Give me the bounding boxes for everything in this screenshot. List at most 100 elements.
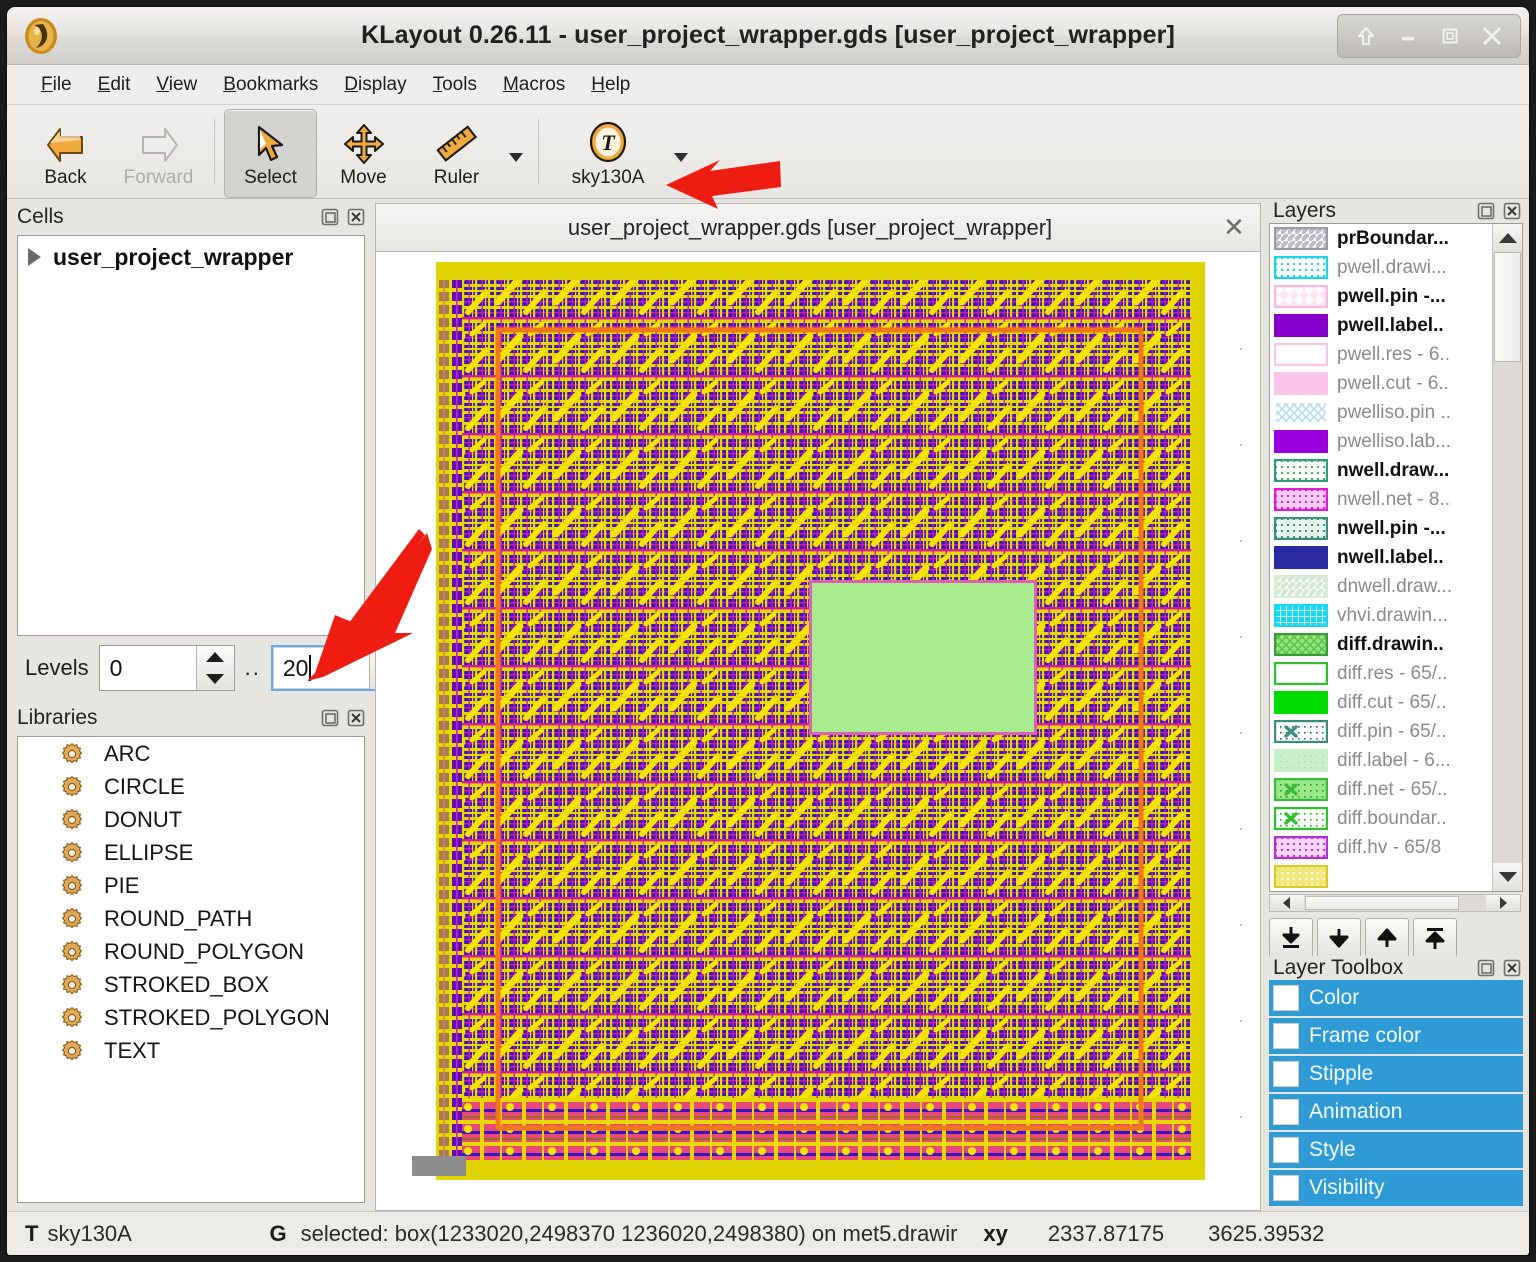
cells-tree-item[interactable]: user_project_wrapper [18, 236, 364, 278]
layer-toolbox-item[interactable]: Visibility [1269, 1170, 1523, 1206]
layer-toolbox-item[interactable]: Style [1269, 1132, 1523, 1168]
layer-toolbox-item[interactable]: Frame color [1269, 1018, 1523, 1054]
scroll-right-button[interactable] [1486, 895, 1520, 911]
layer-list-item[interactable]: diff.pin - 65/.. [1270, 717, 1492, 746]
layer-color-swatch[interactable] [1273, 458, 1329, 483]
triangle-right-icon[interactable] [28, 248, 41, 266]
layer-list-item[interactable]: diff.boundar.. [1270, 804, 1492, 833]
layer-list-item[interactable]: prBoundar... [1270, 224, 1492, 253]
library-list-item[interactable]: STROKED_BOX [18, 968, 364, 1001]
layers-scroll-thumb[interactable] [1494, 252, 1521, 362]
library-list-item[interactable]: PIE [18, 869, 364, 902]
library-list-item[interactable]: STROKED_POLYGON [18, 1001, 364, 1034]
toolbar-technology-dropdown[interactable] [668, 109, 694, 198]
layer-list-item[interactable]: nwell.draw... [1270, 456, 1492, 485]
layer-color-swatch[interactable] [1273, 516, 1329, 541]
libraries-close-icon[interactable] [345, 707, 367, 729]
layers-list[interactable]: prBoundar... pwell.drawi... pwell.pin -.… [1270, 224, 1492, 891]
layer-toolbox-checkbox[interactable] [1273, 1137, 1299, 1163]
library-list-item[interactable]: CIRCLE [18, 770, 364, 803]
libraries-undock-icon[interactable] [319, 707, 341, 729]
layer-list-item[interactable]: pwell.label.. [1270, 311, 1492, 340]
layout-tab-close-icon[interactable]: ✕ [1208, 212, 1260, 243]
toolbar-move-button[interactable]: Move [317, 109, 410, 198]
layer-color-swatch[interactable] [1273, 313, 1329, 338]
layers-close-icon[interactable] [1501, 200, 1523, 222]
layer-toolbox-item[interactable]: Stipple [1269, 1056, 1523, 1092]
layout-tab-header[interactable]: user_project_wrapper.gds [user_project_w… [375, 203, 1261, 251]
layer-color-swatch[interactable] [1273, 632, 1329, 657]
layers-vertical-scrollbar[interactable] [1492, 224, 1522, 891]
layer-toolbox-item[interactable]: Animation [1269, 1094, 1523, 1130]
layer-list-item[interactable] [1270, 862, 1492, 891]
library-list-item[interactable]: ARC [18, 737, 364, 770]
menu-edit[interactable]: Edit [86, 70, 143, 100]
layer-list-item[interactable]: pwell.cut - 6.. [1270, 369, 1492, 398]
layer-color-swatch[interactable] [1273, 255, 1329, 280]
layer-color-swatch[interactable] [1273, 690, 1329, 715]
cells-tree[interactable]: user_project_wrapper [17, 235, 365, 636]
cells-undock-icon[interactable] [319, 206, 341, 228]
levels-min-stepper[interactable] [195, 646, 234, 690]
menu-view[interactable]: View [144, 70, 209, 100]
layer-color-swatch[interactable] [1273, 835, 1329, 860]
layer-toolbox-checkbox[interactable] [1273, 1061, 1299, 1087]
menu-tools[interactable]: Tools [421, 70, 489, 100]
layer-toolbox-checkbox[interactable] [1273, 985, 1299, 1011]
library-list-item[interactable]: ELLIPSE [18, 836, 364, 869]
layer-list-item[interactable]: pwell.res - 6.. [1270, 340, 1492, 369]
cells-close-icon[interactable] [345, 206, 367, 228]
shade-button[interactable] [1346, 19, 1386, 53]
layer-color-swatch[interactable] [1273, 487, 1329, 512]
layer-color-swatch[interactable] [1273, 603, 1329, 628]
layers-list-panel[interactable]: prBoundar... pwell.drawi... pwell.pin -.… [1269, 223, 1523, 892]
levels-min-up-button[interactable] [197, 646, 234, 668]
close-button[interactable] [1472, 19, 1512, 53]
layer-color-swatch[interactable] [1273, 342, 1329, 367]
layer-color-swatch[interactable] [1273, 429, 1329, 454]
layer-color-swatch[interactable] [1273, 226, 1329, 251]
layout-canvas[interactable] [375, 251, 1261, 1211]
toolbar-ruler-button[interactable]: Ruler [410, 109, 503, 198]
layer-list-item[interactable]: pwelliso.pin .. [1270, 398, 1492, 427]
layer-color-swatch[interactable] [1273, 371, 1329, 396]
layer-color-swatch[interactable] [1273, 574, 1329, 599]
layer-color-swatch[interactable] [1273, 400, 1329, 425]
layer-list-item[interactable]: nwell.label.. [1270, 543, 1492, 572]
library-list-item[interactable]: DONUT [18, 803, 364, 836]
toolbar-technology-button[interactable]: T sky130A [548, 109, 668, 198]
layer-toolbox-checkbox[interactable] [1273, 1023, 1299, 1049]
layer-color-swatch[interactable] [1273, 864, 1329, 889]
layers-horizontal-scrollbar[interactable] [1269, 894, 1521, 912]
toolbar-ruler-dropdown[interactable] [503, 109, 529, 198]
scroll-up-button[interactable] [1493, 224, 1522, 252]
layers-hscroll-thumb[interactable] [1305, 896, 1459, 910]
levels-min-spinbox[interactable]: 0 [98, 645, 235, 691]
layer-toolbox-undock-icon[interactable] [1475, 957, 1497, 979]
move-to-top-button[interactable] [1413, 918, 1457, 958]
libraries-list[interactable]: ARC CIRCLE DONUT ELLIPSE PIE ROUND_PATH … [17, 736, 365, 1203]
toolbar-select-button[interactable]: Select [224, 109, 317, 198]
layer-color-swatch[interactable] [1273, 719, 1329, 744]
maximize-button[interactable] [1430, 19, 1470, 53]
layer-color-swatch[interactable] [1273, 661, 1329, 686]
levels-min-down-button[interactable] [197, 668, 234, 690]
move-up-button[interactable] [1365, 918, 1409, 958]
layer-toolbox-checkbox[interactable] [1273, 1099, 1299, 1125]
layer-toolbox-item[interactable]: Color [1269, 980, 1523, 1016]
library-list-item[interactable]: ROUND_PATH [18, 902, 364, 935]
menu-file[interactable]: File [29, 70, 84, 100]
layer-list-item[interactable]: diff.cut - 65/.. [1270, 688, 1492, 717]
toolbar-back-button[interactable]: Back [19, 109, 112, 198]
toolbar-forward-button[interactable]: Forward [112, 109, 205, 198]
menu-macros[interactable]: Macros [491, 70, 577, 100]
layer-list-item[interactable]: diff.hv - 65/8 [1270, 833, 1492, 862]
move-to-bottom-button[interactable] [1269, 918, 1313, 958]
layer-list-item[interactable]: diff.label - 6... [1270, 746, 1492, 775]
minimize-button[interactable] [1388, 19, 1428, 53]
layer-list-item[interactable]: nwell.pin -... [1270, 514, 1492, 543]
layer-list-item[interactable]: diff.net - 65/.. [1270, 775, 1492, 804]
layer-list-item[interactable]: dnwell.draw... [1270, 572, 1492, 601]
layer-toolbox-close-icon[interactable] [1501, 957, 1523, 979]
move-down-button[interactable] [1317, 918, 1361, 958]
